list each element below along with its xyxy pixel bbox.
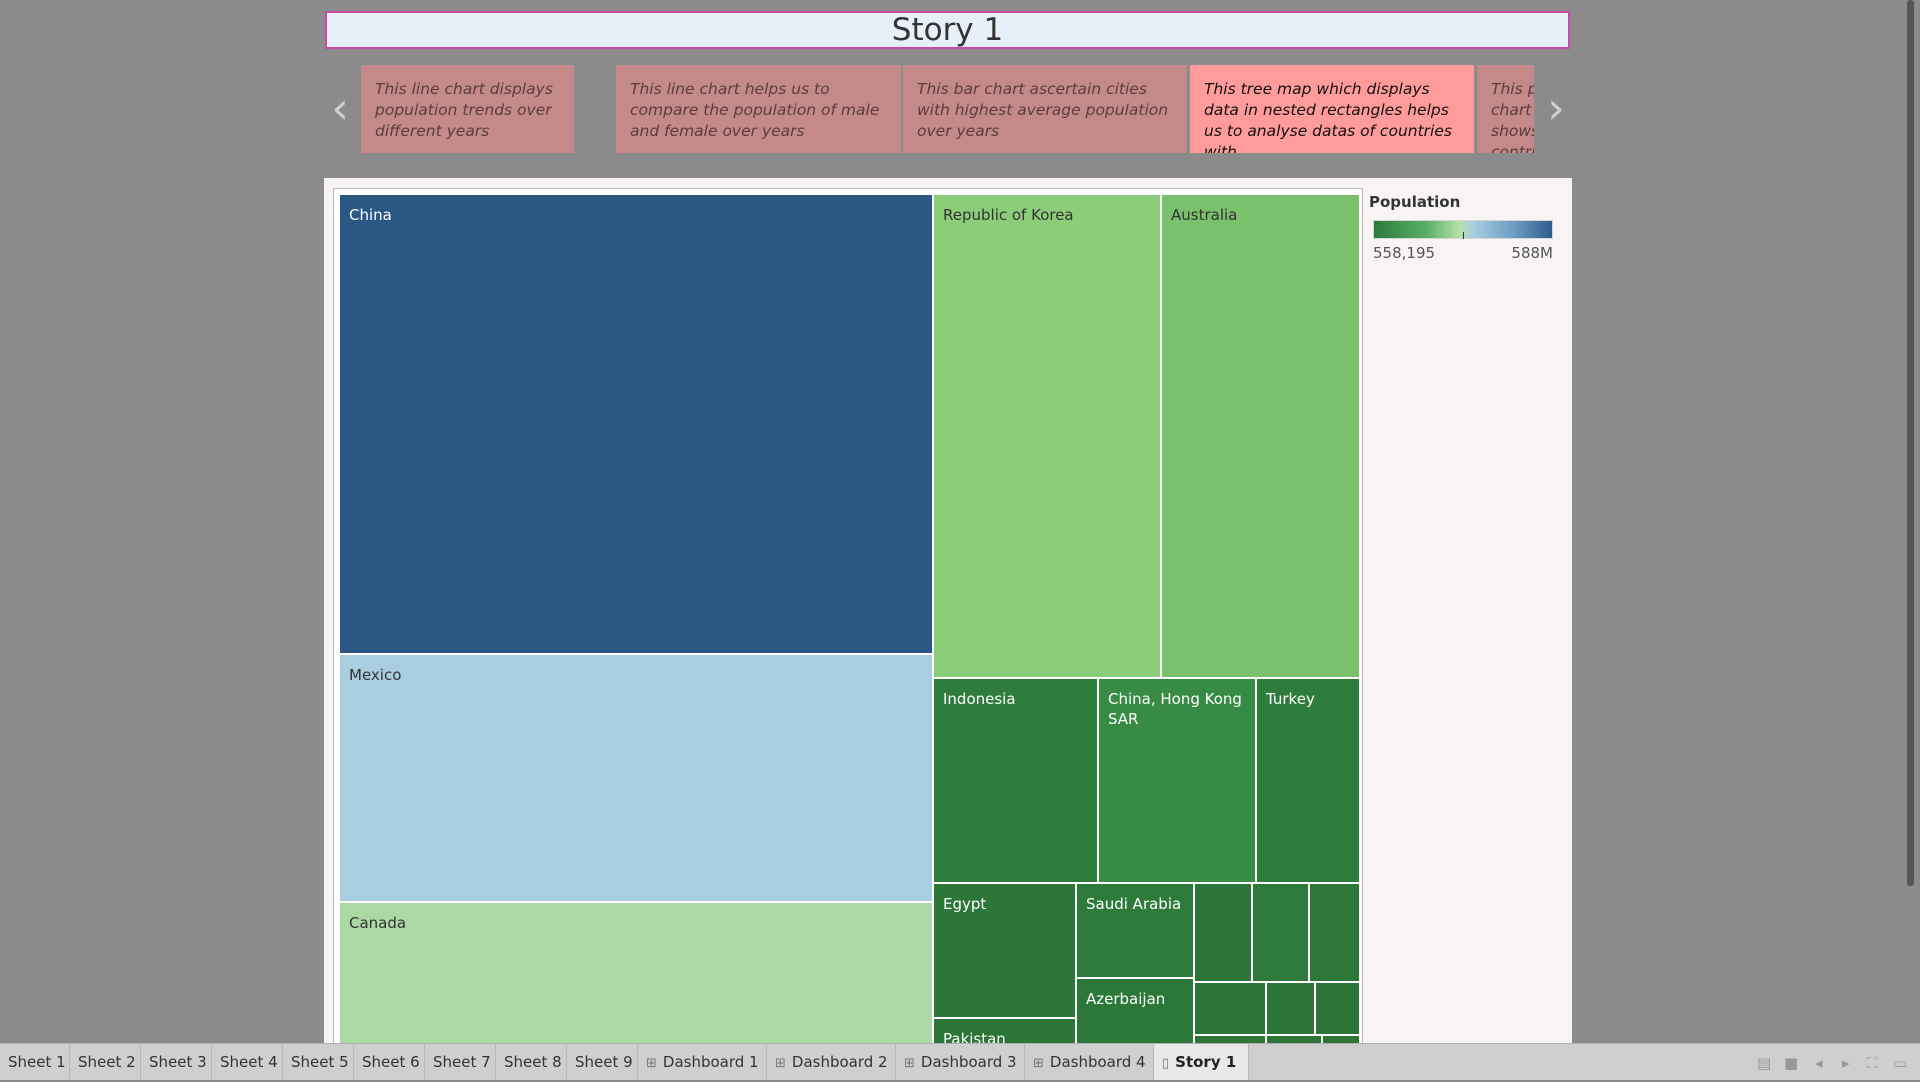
tab-dashboard-1[interactable]: ⊞ Dashboard 1 xyxy=(638,1044,767,1080)
tab-label: Sheet 5 xyxy=(291,1053,349,1071)
dashboard-icon: ⊞ xyxy=(1033,1056,1044,1071)
treemap: China Mexico Canada Republic of Korea Au… xyxy=(333,188,1363,1049)
dashboard-icon: ⊞ xyxy=(646,1056,657,1071)
treemap-cell-small[interactable] xyxy=(1315,982,1360,1035)
story-point-1[interactable]: This line chart displays population tren… xyxy=(361,65,574,153)
treemap-cell-small[interactable] xyxy=(1309,883,1360,982)
sheet-sorter-icon[interactable]: ▤ xyxy=(1757,1054,1771,1072)
story-point-text: This pie chart shows the contribution of… xyxy=(1491,80,1534,153)
dashboard-icon: ⊞ xyxy=(775,1056,786,1071)
treemap-cell-small[interactable] xyxy=(1252,883,1309,982)
tab-label: Dashboard 4 xyxy=(1049,1053,1146,1071)
tab-sheet-7[interactable]: Sheet 7 xyxy=(425,1044,496,1080)
tab-dashboard-3[interactable]: ⊞ Dashboard 3 xyxy=(896,1044,1025,1080)
dashboard-icon: ⊞ xyxy=(904,1056,915,1071)
treemap-label: Australia xyxy=(1171,206,1238,224)
tab-sheet-5[interactable]: Sheet 5 xyxy=(283,1044,354,1080)
tab-sheet-4[interactable]: Sheet 4 xyxy=(212,1044,283,1080)
tab-dashboard-2[interactable]: ⊞ Dashboard 2 xyxy=(767,1044,896,1080)
filmstrip-icon[interactable]: ■ xyxy=(1784,1054,1798,1072)
tab-sheet-8[interactable]: Sheet 8 xyxy=(496,1044,567,1080)
vertical-scrollbar[interactable] xyxy=(1907,0,1914,886)
presentation-icon[interactable]: ▭ xyxy=(1893,1054,1907,1072)
treemap-label: China xyxy=(349,206,392,224)
treemap-cell-turkey[interactable]: Turkey xyxy=(1256,678,1360,883)
tab-label: Story 1 xyxy=(1175,1053,1237,1071)
tab-label: Sheet 7 xyxy=(433,1053,491,1071)
tab-label: Sheet 3 xyxy=(149,1053,207,1071)
legend-title: Population xyxy=(1369,193,1461,211)
treemap-cell-china-hong-kong-sar[interactable]: China, Hong Kong SAR xyxy=(1098,678,1256,883)
tab-sheet-9[interactable]: Sheet 9 xyxy=(567,1044,638,1080)
legend-min-label: 558,195 xyxy=(1373,244,1436,262)
story-point-text: This tree map which displays data in nes… xyxy=(1204,80,1452,153)
story-point-4[interactable]: This tree map which displays data in nes… xyxy=(1190,65,1474,153)
treemap-cell-saudi-arabia[interactable]: Saudi Arabia xyxy=(1076,883,1194,978)
tab-label: Sheet 8 xyxy=(504,1053,562,1071)
treemap-cell-small[interactable] xyxy=(1266,982,1315,1035)
fullscreen-icon[interactable]: ⛶ xyxy=(1867,1054,1878,1072)
chevron-right-icon[interactable]: › xyxy=(1541,86,1571,131)
treemap-cell-china[interactable]: China xyxy=(339,194,933,654)
tab-label: Dashboard 1 xyxy=(662,1053,759,1071)
tab-label: Sheet 1 xyxy=(8,1053,66,1071)
tab-dashboard-4[interactable]: ⊞ Dashboard 4 xyxy=(1025,1044,1154,1080)
tab-label: Dashboard 3 xyxy=(920,1053,1017,1071)
treemap-label: China, Hong Kong SAR xyxy=(1108,690,1242,728)
tab-sheet-2[interactable]: Sheet 2 xyxy=(70,1044,141,1080)
story-point-text: This bar chart ascertain cities with hig… xyxy=(917,80,1169,140)
treemap-label: Mexico xyxy=(349,666,402,684)
treemap-label: Saudi Arabia xyxy=(1086,895,1182,913)
treemap-cell-indonesia[interactable]: Indonesia xyxy=(933,678,1098,883)
story-point-text: This line chart helps us to compare the … xyxy=(630,80,880,140)
story-navigator: This line chart displays population tren… xyxy=(361,65,1534,153)
treemap-label: Turkey xyxy=(1266,690,1315,708)
tab-sheet-6[interactable]: Sheet 6 xyxy=(354,1044,425,1080)
legend-marker xyxy=(1463,232,1464,239)
sheet-tab-bar: Sheet 1 Sheet 2 Sheet 3 Sheet 4 Sheet 5 … xyxy=(0,1043,1920,1080)
tab-label: Sheet 6 xyxy=(362,1053,420,1071)
treemap-label: Egypt xyxy=(943,895,987,913)
treemap-cell-egypt[interactable]: Egypt xyxy=(933,883,1076,1018)
tab-label: Sheet 2 xyxy=(78,1053,136,1071)
treemap-cell-small[interactable] xyxy=(1194,883,1252,982)
chevron-left-icon[interactable]: ‹ xyxy=(325,86,355,131)
treemap-label: Azerbaijan xyxy=(1086,990,1166,1008)
story-point-3[interactable]: This bar chart ascertain cities with hig… xyxy=(903,65,1187,153)
treemap-cell-mexico[interactable]: Mexico xyxy=(339,654,933,902)
legend-max-label: 588M xyxy=(1511,244,1553,262)
story-icon: ▯ xyxy=(1162,1056,1170,1071)
story-title: Story 1 xyxy=(325,11,1570,49)
treemap-cell-australia[interactable]: Australia xyxy=(1161,194,1360,678)
next-sheet-icon[interactable]: ▸ xyxy=(1842,1054,1850,1072)
treemap-cell-small[interactable] xyxy=(1194,982,1266,1035)
treemap-cell-canada[interactable]: Canada xyxy=(339,902,933,1049)
treemap-label: Republic of Korea xyxy=(943,206,1074,224)
story-point-2[interactable]: This line chart helps us to compare the … xyxy=(616,65,901,153)
tab-label: Sheet 4 xyxy=(220,1053,278,1071)
treemap-label: Canada xyxy=(349,914,407,932)
tab-label: Sheet 9 xyxy=(575,1053,633,1071)
treemap-label: Indonesia xyxy=(943,690,1016,708)
tab-story-1[interactable]: ▯ Story 1 xyxy=(1154,1044,1249,1080)
tab-sheet-1[interactable]: Sheet 1 xyxy=(0,1044,70,1080)
treemap-cell-republic-of-korea[interactable]: Republic of Korea xyxy=(933,194,1161,678)
treemap-cell-azerbaijan[interactable]: Azerbaijan xyxy=(1076,978,1194,1049)
story-point-5[interactable]: This pie chart shows the contribution of… xyxy=(1477,65,1534,153)
previous-sheet-icon[interactable]: ◂ xyxy=(1815,1054,1823,1072)
tab-label: Dashboard 2 xyxy=(791,1053,888,1071)
tab-sheet-3[interactable]: Sheet 3 xyxy=(141,1044,212,1080)
story-point-text: This line chart displays population tren… xyxy=(375,80,553,140)
